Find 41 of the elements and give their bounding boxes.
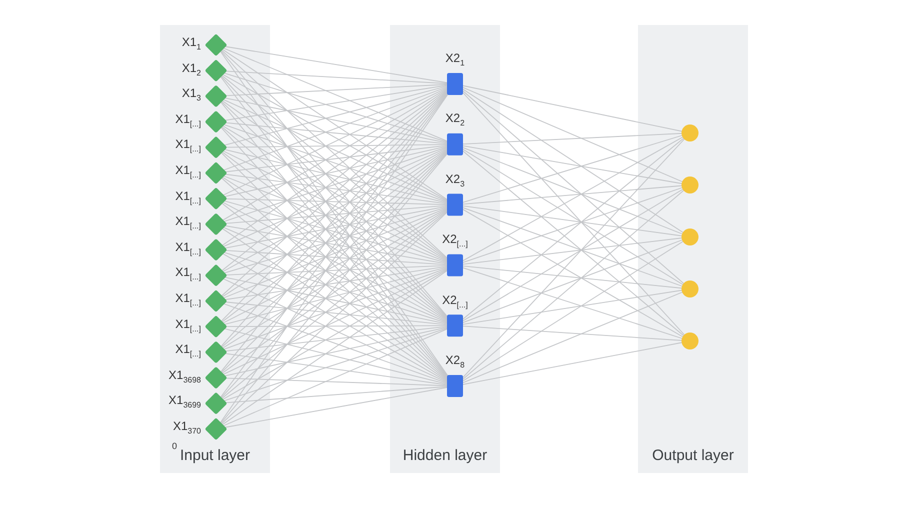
node-label: X1$_{3699}$ [168,392,201,412]
node-label: X2$_{[...]}$ [441,231,469,251]
node-label: X1$_{3698}$ [168,366,201,386]
diamond-node [204,59,228,82]
node-label: X2$_{1}$ [444,50,466,70]
node-label: X1$_{3}$ [182,85,201,105]
layer-title: Hidden layer [402,447,488,464]
node-label: X2$_{[...]}$ [441,292,469,312]
node-label: X1$_{[...]}$ [175,238,201,258]
square-node [447,133,463,156]
node-label: X1$_{[...]}$ [175,264,201,284]
circle-node [682,124,698,142]
node-label: X1$_{[...]}$ [175,110,201,130]
node-label: X1$_{2}$ [182,60,201,79]
square-node [447,375,463,397]
diamond-node [204,84,228,108]
circle-node [682,332,698,350]
circle-node [682,228,698,246]
node-label: X2$_{2}$ [444,110,466,130]
node-label: X1$_{[...]}$ [175,316,201,336]
node-label: X1$_{[...]}$ [175,341,201,361]
node-label: X1$_{[...]}$ [175,136,201,156]
node-label: X2$_{8}$ [444,352,466,372]
square-node [447,73,463,95]
layer-title: Output layer [651,447,735,464]
node-label: X1$_{1}$ [182,34,201,54]
node-label: X1$_{370}$ [172,418,201,438]
layer-title: Input layer [178,447,252,464]
diamond-node [204,366,228,390]
square-node [447,314,463,337]
node-label: X1$_{[...]}$ [175,188,201,208]
node-label: X1$_{[...]}$ [175,213,201,233]
node-label: X2$_{3}$ [444,170,466,190]
diamond-node [204,392,228,415]
circle-node [682,280,698,298]
node-label: X1$_{[...]}$ [175,290,201,310]
circle-node [682,176,698,194]
square-node [447,254,463,276]
node-label: X1$_{[...]}$ [175,162,201,182]
square-node [447,194,463,216]
label-overflow: 0 [172,441,178,451]
